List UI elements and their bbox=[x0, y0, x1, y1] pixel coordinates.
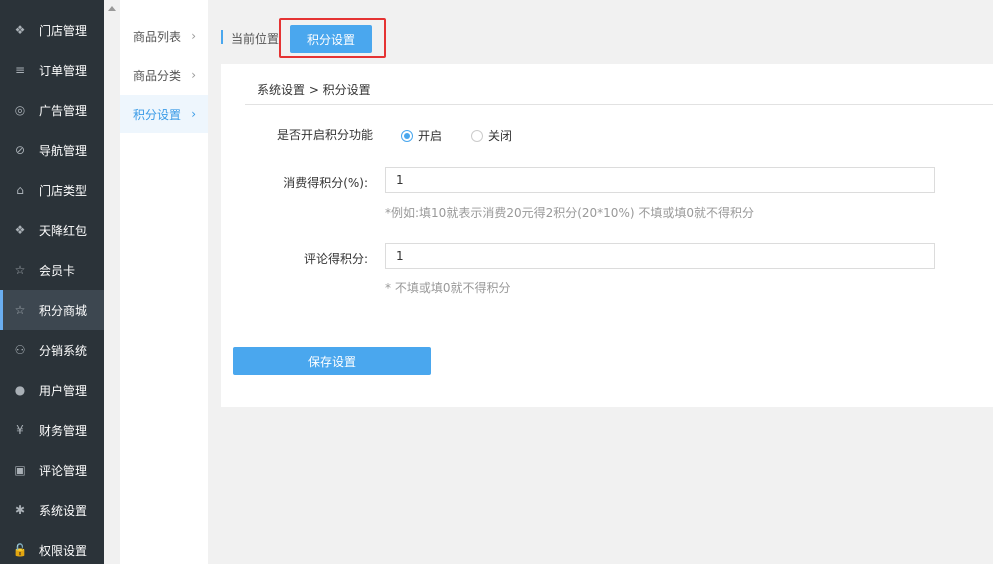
location-marker bbox=[221, 30, 223, 44]
comment-points-label: 评论得积分: bbox=[303, 252, 368, 266]
sidebar-item-label: 门店类型 bbox=[39, 183, 88, 198]
sidebar-item-label: 权限设置 bbox=[39, 543, 88, 558]
sidebar-item-member-card[interactable]: ☆ 会员卡 bbox=[0, 250, 104, 290]
sidebar-item-order-management[interactable]: ≡ 订单管理 bbox=[0, 50, 104, 90]
radio-label: 关闭 bbox=[488, 129, 513, 143]
yen-icon: ¥ bbox=[16, 423, 24, 437]
sidebar-item-label: 积分商城 bbox=[39, 303, 88, 318]
divider bbox=[245, 104, 993, 105]
sidebar-item-finance[interactable]: ¥ 财务管理 bbox=[0, 410, 104, 450]
subnav-item-label: 商品分类 bbox=[133, 68, 182, 83]
chevron-right-icon: › bbox=[191, 107, 196, 121]
radio-label: 开启 bbox=[418, 129, 443, 143]
sidebar-item-permissions[interactable]: 🔓 权限设置 bbox=[0, 530, 104, 564]
settings-panel: 系统设置 > 积分设置 是否开启积分功能 开启 关闭 消费得积分(%): *例如… bbox=[221, 64, 993, 407]
sidebar-item-points-mall[interactable]: ☆ 积分商城 bbox=[0, 290, 104, 330]
sidebar-item-nav-management[interactable]: ⊘ 导航管理 bbox=[0, 130, 104, 170]
users-icon: ⚇ bbox=[14, 343, 26, 357]
scrollbar[interactable] bbox=[104, 0, 120, 564]
save-settings-button[interactable]: 保存设置 bbox=[233, 347, 431, 375]
sidebar-item-label: 广告管理 bbox=[39, 103, 88, 118]
radio-unchecked-icon bbox=[471, 129, 483, 142]
subnav-item-label: 商品列表 bbox=[133, 29, 182, 44]
consume-points-label: 消费得积分(%): bbox=[283, 176, 368, 190]
cluster-icon: ❖ bbox=[14, 223, 26, 237]
sidebar-item-label: 评论管理 bbox=[39, 463, 88, 478]
chevron-right-icon: › bbox=[191, 29, 196, 43]
sidebar-item-label: 分销系统 bbox=[39, 343, 88, 358]
sidebar-item-comments[interactable]: ▣ 评论管理 bbox=[0, 450, 104, 490]
sidebar: ❖ 门店管理 ≡ 订单管理 ◎ 广告管理 ⊘ 导航管理 ⌂ 门店类型 ❖ 天降红… bbox=[0, 0, 104, 564]
user-icon: ● bbox=[14, 383, 26, 397]
location-label: 当前位置 bbox=[231, 32, 280, 46]
enable-on-radio[interactable]: 开启 bbox=[401, 127, 442, 144]
sidebar-item-label: 门店管理 bbox=[39, 23, 88, 38]
sidebar-item-store-type[interactable]: ⌂ 门店类型 bbox=[0, 170, 104, 210]
compass-icon: ⊘ bbox=[14, 143, 26, 157]
sidebar-item-store-management[interactable]: ❖ 门店管理 bbox=[0, 10, 104, 50]
comment-points-input[interactable] bbox=[385, 243, 935, 269]
current-location-button[interactable]: 积分设置 bbox=[290, 25, 372, 53]
bank-icon: ⌂ bbox=[16, 183, 24, 197]
comment-points-hint: * 不填或填0就不得积分 bbox=[385, 281, 511, 295]
breadcrumb: 系统设置 > 积分设置 bbox=[257, 83, 371, 97]
consume-points-hint: *例如:填10就表示消费20元得2积分(20*10%) 不填或填0就不得积分 bbox=[385, 206, 754, 220]
list-icon: ≡ bbox=[14, 63, 26, 77]
subnav-item-product-category[interactable]: 商品分类 › bbox=[120, 56, 208, 94]
subnav-item-points-settings[interactable]: 积分设置 › bbox=[120, 95, 208, 133]
sidebar-item-distribution[interactable]: ⚇ 分销系统 bbox=[0, 330, 104, 370]
sidebar-item-ad-management[interactable]: ◎ 广告管理 bbox=[0, 90, 104, 130]
sidebar-item-label: 天降红包 bbox=[39, 223, 88, 238]
sidebar-item-system-settings[interactable]: ✱ 系统设置 bbox=[0, 490, 104, 530]
sidebar-item-red-packet[interactable]: ❖ 天降红包 bbox=[0, 210, 104, 250]
sidebar-item-label: 导航管理 bbox=[39, 143, 88, 158]
sidebar-item-label: 订单管理 bbox=[39, 63, 88, 78]
subnav-item-product-list[interactable]: 商品列表 › bbox=[120, 17, 208, 55]
money-icon: ▣ bbox=[14, 463, 26, 477]
enable-off-radio[interactable]: 关闭 bbox=[471, 127, 512, 144]
sidebar-item-label: 系统设置 bbox=[39, 503, 88, 518]
main-content: 当前位置 积分设置 系统设置 > 积分设置 是否开启积分功能 开启 关闭 消费得… bbox=[208, 0, 993, 564]
star-icon: ☆ bbox=[14, 303, 26, 317]
sub-navigation: 商品列表 › 商品分类 › 积分设置 › bbox=[120, 0, 208, 564]
enable-points-label: 是否开启积分功能 bbox=[276, 128, 373, 142]
lifebuoy-icon: ◎ bbox=[14, 103, 26, 117]
gear-icon: ✱ bbox=[14, 503, 26, 517]
sidebar-item-user-management[interactable]: ● 用户管理 bbox=[0, 370, 104, 410]
scroll-up-icon[interactable] bbox=[108, 6, 116, 11]
cluster-icon: ❖ bbox=[14, 23, 26, 37]
unlock-icon: 🔓 bbox=[12, 543, 28, 557]
sidebar-item-label: 会员卡 bbox=[39, 263, 76, 278]
sidebar-item-label: 财务管理 bbox=[39, 423, 88, 438]
chevron-right-icon: › bbox=[191, 68, 196, 82]
radio-checked-icon bbox=[401, 129, 413, 142]
star-icon: ☆ bbox=[14, 263, 26, 277]
sidebar-item-label: 用户管理 bbox=[39, 383, 88, 398]
consume-points-input[interactable] bbox=[385, 167, 935, 193]
subnav-item-label: 积分设置 bbox=[133, 107, 182, 122]
